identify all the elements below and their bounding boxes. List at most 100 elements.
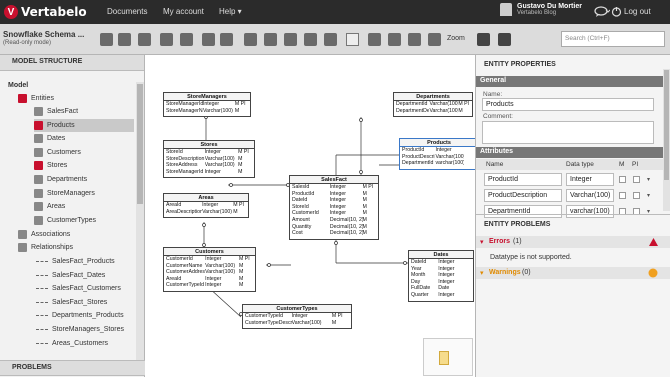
tree-relationship-item[interactable]: SalesFact_Customers — [36, 282, 121, 295]
logout-link[interactable]: Log out — [624, 7, 651, 16]
properties-scrollbar[interactable] — [663, 69, 670, 211]
comment-input[interactable] — [482, 121, 654, 144]
tree-relationship-item[interactable]: Departments_Products — [36, 309, 124, 322]
problems-header[interactable]: PROBLEMS — [0, 360, 145, 376]
search-input[interactable]: Search (Ctrl+F) — [561, 31, 665, 47]
tree-entity-stores[interactable]: Stores — [34, 159, 134, 172]
tree-relationship-item[interactable]: SalesFact_Dates — [36, 269, 105, 282]
attribute-row[interactable]: DepartmentId varchar(100) ▾ — [476, 204, 663, 219]
tree-entities[interactable]: Entities — [18, 92, 54, 105]
attribute-name: StoreDescription — [166, 155, 205, 162]
mandatory-checkbox[interactable] — [619, 192, 626, 199]
pi-checkbox[interactable] — [633, 176, 640, 183]
tree-entity-departments[interactable]: Departments — [34, 173, 134, 186]
tree-entity-areas[interactable]: Areas — [34, 200, 134, 213]
pi-checkbox[interactable] — [633, 192, 640, 199]
user-info[interactable]: Gustavo Du Mortier Vertabelo Blog — [500, 3, 582, 16]
warnings-row[interactable]: ▾ Warnings (0) — [476, 267, 670, 279]
avatar — [500, 3, 512, 16]
entity-attribute-row: StoreId Integer M — [290, 204, 378, 211]
entity-attribute-row: DepartmentId Varchar(100) M PI — [394, 101, 472, 108]
power-icon[interactable] — [611, 6, 622, 17]
tree-scrollbar[interactable] — [136, 82, 144, 362]
entity-attribute-row: Quantity Decimal(10, 2) M — [290, 224, 378, 231]
general-section[interactable]: General — [476, 76, 663, 87]
paste-icon[interactable] — [220, 33, 233, 46]
tree-relationships[interactable]: Relationships — [18, 241, 73, 254]
logo[interactable]: V Vertabelo — [4, 4, 87, 20]
errors-row[interactable]: ▾ Errors (1) — [476, 236, 670, 248]
tree-relationship-item[interactable]: Areas_Customers — [36, 337, 108, 350]
tree-relationship-item[interactable]: SalesFact_Products — [36, 255, 115, 268]
attribute-type-input[interactable]: Varchar(100) — [566, 189, 614, 202]
entity-attribute-row: Month Integer — [409, 272, 473, 279]
tree-entity-dates[interactable]: Dates — [34, 132, 134, 145]
nav-help[interactable]: Help ▾ — [219, 7, 242, 16]
table-icon[interactable] — [180, 33, 193, 46]
delete-icon[interactable] — [284, 33, 297, 46]
model-name[interactable]: Snowflake Schema ... — [3, 30, 84, 39]
diagram-canvas[interactable]: StoreManagers StoreManagerId Integer M PI St… — [146, 55, 479, 377]
attribute-menu-icon[interactable]: ▾ — [647, 192, 650, 199]
tree-entity-salesfact[interactable]: SalesFact — [34, 105, 134, 118]
attribute-name-input[interactable]: DepartmentId — [484, 205, 562, 218]
panel-left-icon[interactable] — [477, 33, 490, 46]
relationship-line-icon — [36, 261, 48, 262]
entity-customertypes[interactable]: CustomerTypes CustomerTypeId Integer M PI Cu… — [242, 304, 352, 330]
attributes-section[interactable]: Attributes — [476, 147, 663, 158]
redo-icon[interactable] — [324, 33, 337, 46]
attribute-name-input[interactable]: ProductDescription — [484, 189, 562, 202]
panel-right-icon[interactable] — [498, 33, 511, 46]
entity-dates[interactable]: Dates DateId Integer Year Integer Month Intege… — [408, 250, 474, 302]
minimap[interactable] — [423, 338, 473, 376]
save-icon[interactable] — [100, 33, 113, 46]
minimap-viewport[interactable] — [439, 351, 449, 365]
attribute-menu-icon[interactable]: ▾ — [647, 176, 650, 183]
nav-documents[interactable]: Documents — [107, 7, 147, 16]
edit-icon[interactable] — [346, 33, 359, 46]
tree-entity-customertypes[interactable]: CustomerTypes — [34, 214, 134, 227]
attribute-name: DepartmentDesc — [396, 107, 430, 114]
route-icon[interactable] — [428, 33, 441, 46]
entity-storemanagers[interactable]: StoreManagers StoreManagerId Integer M PI St… — [163, 92, 251, 118]
attribute-name-input[interactable]: ProductId — [484, 173, 562, 186]
attribute-row[interactable]: ProductId Integer ▾ — [476, 172, 663, 187]
name-input[interactable]: Products — [482, 98, 654, 111]
cut-icon[interactable] — [264, 33, 277, 46]
copy-icon[interactable] — [202, 33, 215, 46]
entity-customers[interactable]: Customers CustomerId Integer M PI CustomerNa… — [163, 247, 256, 292]
tree-relationship-item[interactable]: StoreManagers_Stores — [36, 323, 124, 336]
tree-model[interactable]: Model — [8, 79, 28, 92]
print-icon[interactable] — [160, 33, 173, 46]
tree-associations[interactable]: Associations — [18, 228, 70, 241]
entity-departments[interactable]: Departments DepartmentId Varchar(100) M PI D… — [393, 92, 473, 118]
entity-products[interactable]: ProductsProductId IntegerProductDescripti… — [399, 138, 479, 170]
attribute-row[interactable]: ProductDescription Varchar(100) ▾ — [476, 188, 663, 203]
model-structure-header[interactable]: MODEL STRUCTURE — [0, 55, 144, 71]
align-icon[interactable] — [388, 33, 401, 46]
tree-entity-storemanagers[interactable]: StoreManagers — [34, 187, 134, 200]
tree-entity-products[interactable]: Products — [34, 118, 134, 132]
chat-icon[interactable] — [594, 6, 610, 18]
entity-title: Dates — [409, 251, 473, 259]
nav-my-account[interactable]: My account — [163, 7, 204, 16]
relationship-line-icon — [36, 342, 48, 344]
layout-icon[interactable] — [408, 33, 421, 46]
undo-icon[interactable] — [304, 33, 317, 46]
attribute-type: Varchar(100) — [202, 107, 233, 114]
image-icon[interactable] — [138, 33, 151, 46]
attribute-type-input[interactable]: varchar(100) — [566, 205, 614, 218]
entity-salesfact[interactable]: SalesFact SalesId Integer M PI ProductId Inte… — [289, 175, 379, 240]
attribute-type: Integer — [205, 282, 222, 289]
entity-stores[interactable]: Stores StoreId Integer M PI StoreDescription… — [163, 140, 255, 179]
select-icon[interactable] — [368, 33, 381, 46]
tree-entity-customers[interactable]: Customers — [34, 146, 134, 159]
attribute-type-input[interactable]: Integer — [566, 173, 614, 186]
attribute-flags — [462, 266, 473, 273]
duplicate-icon[interactable] — [244, 33, 257, 46]
mandatory-checkbox[interactable] — [619, 176, 626, 183]
paw-icon[interactable] — [118, 33, 131, 46]
tree-relationship-item[interactable]: SalesFact_Stores — [36, 296, 107, 309]
zoom-button[interactable]: Zoom — [447, 35, 465, 42]
entity-areas[interactable]: Areas AreaId Integer M PI AreaDescription Var… — [163, 193, 249, 219]
